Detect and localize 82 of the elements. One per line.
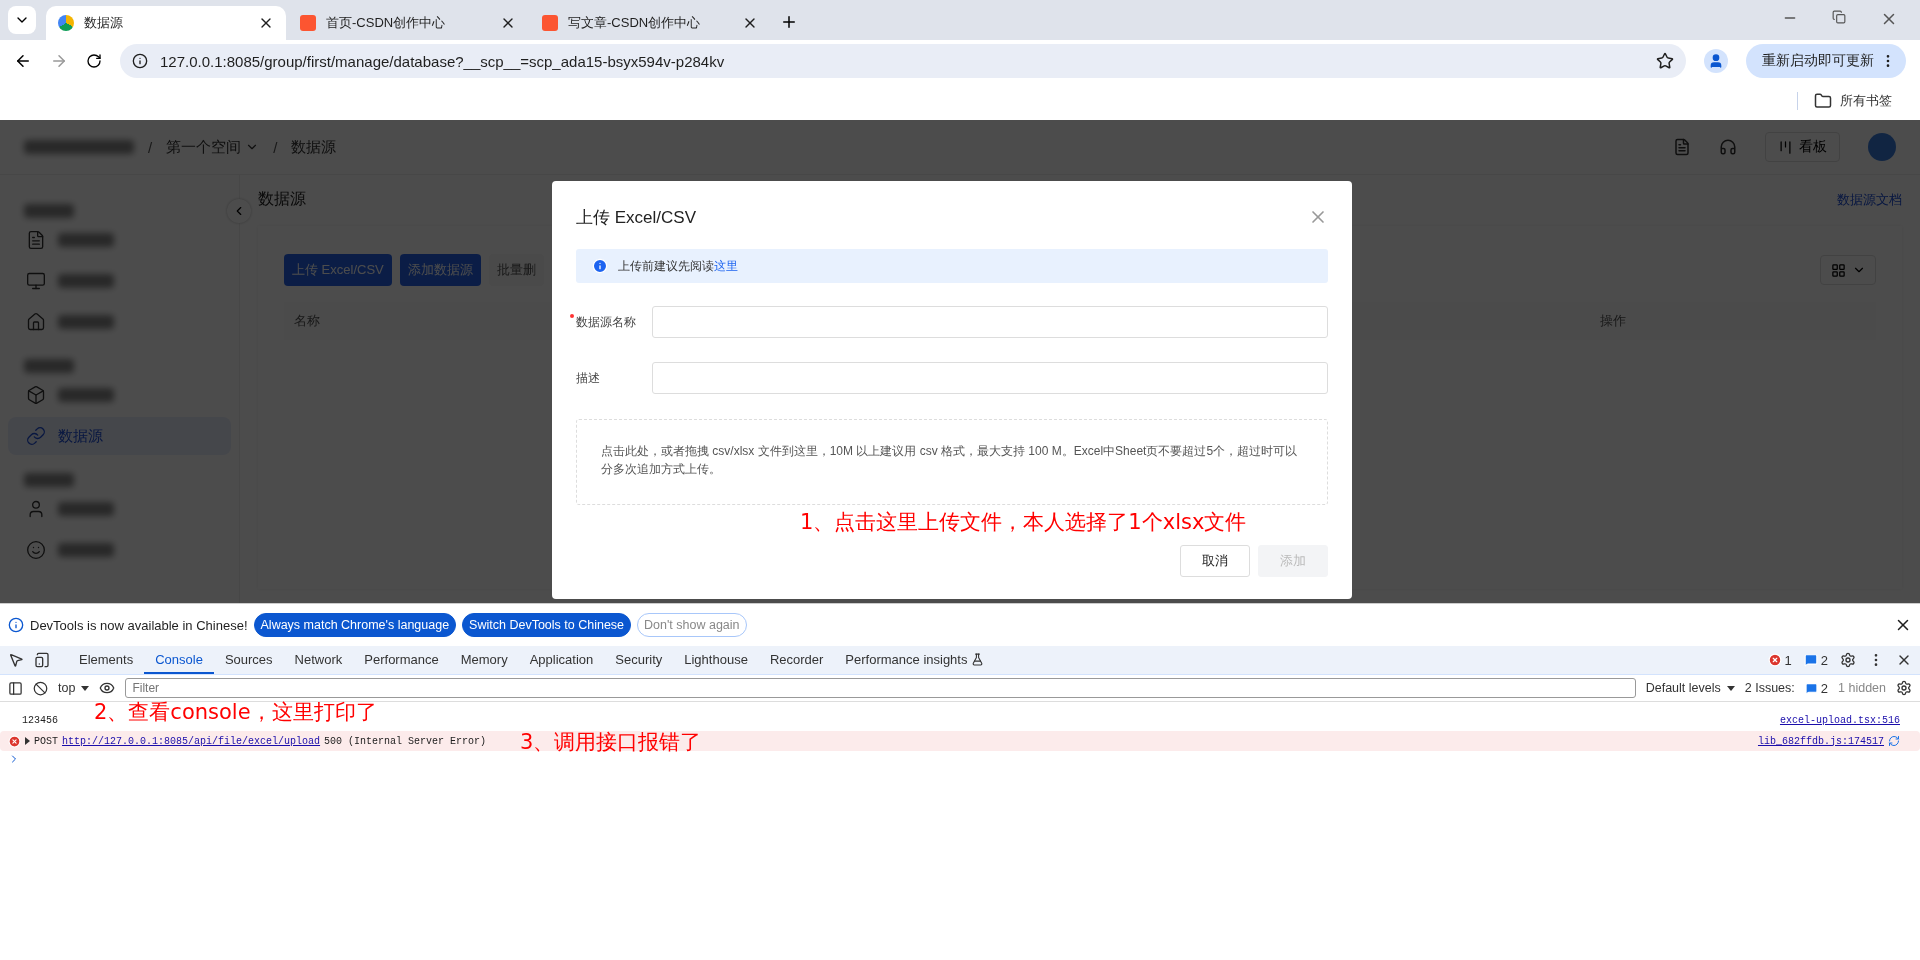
devtools-tab[interactable]: Elements — [68, 646, 145, 674]
info-button[interactable]: Don't show again — [637, 613, 747, 637]
browser-tab[interactable]: 数据源 — [46, 6, 286, 40]
forward-icon[interactable] — [50, 52, 68, 70]
clear-icon[interactable] — [33, 680, 48, 696]
info-button[interactable]: Switch DevTools to Chinese — [462, 613, 632, 637]
devtools-tab[interactable]: Sources — [213, 646, 284, 674]
request-url[interactable]: http://127.0.0.1:8085/api/file/excel/upload — [62, 735, 321, 747]
back-icon[interactable] — [14, 52, 32, 70]
dialog-title: 上传 Excel/CSV — [576, 206, 696, 229]
devtools-tab[interactable]: Lighthouse — [673, 646, 759, 674]
info-button[interactable]: Always match Chrome's language — [253, 613, 457, 637]
caret-icon — [1726, 685, 1735, 691]
issues-count[interactable]: 2 — [1804, 680, 1829, 696]
filter-field[interactable]: Filter — [125, 678, 1636, 698]
annotation-text: 3、调用接口报错了 — [520, 729, 702, 756]
settings-icon[interactable] — [1840, 652, 1856, 668]
error-icon — [1767, 653, 1782, 667]
c-favicon-icon — [300, 15, 316, 31]
info-message: DevTools is now available in Chinese! — [30, 617, 248, 633]
network-icon[interactable] — [1888, 735, 1900, 747]
field-label: 数据源名称 — [570, 313, 640, 331]
upload-dropzone[interactable]: 点击此处，或者拖拽 csv/xlsx 文件到这里，10M 以上建议用 csv 格式，最大支持 100 M。Excel中Sheet页不要超过5个，超过时可以分多次追加方式上传。 — [576, 419, 1328, 505]
browser-tab[interactable]: 写文章-CSDN创作中心 — [530, 6, 770, 40]
star-icon[interactable] — [1656, 52, 1674, 70]
devtools-tab[interactable]: Performance insights — [834, 646, 996, 674]
error-icon — [8, 734, 21, 748]
input-field[interactable] — [652, 362, 1328, 394]
tab-list-button[interactable] — [8, 6, 36, 34]
context-select[interactable]: top — [58, 681, 90, 695]
breadcrumb-separator: / — [148, 138, 153, 156]
devtools-tab[interactable]: Network — [283, 646, 354, 674]
new-tab-icon[interactable] — [780, 13, 798, 31]
page-title: 数据源 — [258, 189, 306, 209]
source-link[interactable]: excel-upload.tsx:516 — [1779, 714, 1900, 726]
bookmarks-folder[interactable]: 所有书签 — [1797, 92, 1892, 110]
c-favicon-icon — [542, 15, 558, 31]
info-icon — [8, 617, 24, 633]
devtools-tab[interactable]: Recorder — [758, 646, 835, 674]
devtools-tab[interactable]: Console — [144, 646, 214, 674]
expand-caret-icon[interactable] — [25, 737, 30, 745]
issues-label: 2 Issues: — [1744, 681, 1795, 695]
devtools-tab[interactable]: Memory — [449, 646, 519, 674]
alert-text: 上传前建议先阅读这里 — [618, 257, 738, 275]
caret-icon — [81, 685, 90, 691]
profile-icon[interactable] — [1704, 49, 1728, 73]
sidebar-toggle-icon[interactable] — [8, 680, 23, 696]
settings-icon[interactable] — [1896, 680, 1912, 696]
console-message: 500 (Internal Server Error) — [324, 735, 487, 747]
annotation-text: 1、点击这里上传文件，本人选择了1个xlsx文件 — [800, 509, 1247, 536]
restore-icon[interactable] — [1832, 10, 1846, 24]
devtools-tab[interactable]: Performance — [353, 646, 450, 674]
levels-dropdown[interactable]: Default levels — [1645, 681, 1735, 695]
reload-icon[interactable] — [86, 53, 102, 69]
request-method: POST — [34, 735, 58, 747]
devtools-tab[interactable]: Application — [518, 646, 605, 674]
source-link[interactable]: lib_682ffdb.js:174517 — [1757, 735, 1884, 747]
app-favicon-icon — [58, 15, 74, 31]
breadcrumb-item: 数据源 — [291, 137, 337, 157]
inspect-icon[interactable] — [8, 652, 24, 668]
hidden-count: 1 hidden — [1838, 681, 1886, 695]
update-button[interactable]: 重新启动即可更新 — [1746, 44, 1906, 78]
alert-link[interactable]: 这里 — [714, 258, 738, 273]
message-icon — [1804, 681, 1818, 695]
field-label: 描述 — [575, 369, 601, 387]
info-icon — [592, 258, 608, 274]
message-icon — [1803, 653, 1818, 667]
folder-icon — [1814, 92, 1832, 110]
browser-tab[interactable]: 首页-CSDN创作中心 — [288, 6, 528, 40]
info-icon[interactable] — [132, 53, 148, 69]
input-field[interactable] — [652, 306, 1328, 338]
message-count[interactable]: 2 — [1803, 652, 1828, 668]
dialog-button[interactable]: 取消 — [1180, 545, 1250, 577]
eye-icon[interactable] — [99, 680, 116, 696]
console-message: 123456 — [21, 714, 58, 726]
breadcrumb-separator: / — [273, 138, 278, 156]
device-icon[interactable] — [34, 652, 50, 668]
error-count[interactable]: 1 — [1767, 652, 1792, 668]
annotation-text: 2、查看console，这里打印了 — [94, 699, 377, 726]
flask-icon — [971, 652, 985, 666]
address-bar[interactable]: 127.0.0.1:8085/group/first/manage/database?__scp__=scp_ada15-bsyx594v-p284kv — [120, 44, 1686, 78]
devtools-tab[interactable]: Security — [604, 646, 674, 674]
